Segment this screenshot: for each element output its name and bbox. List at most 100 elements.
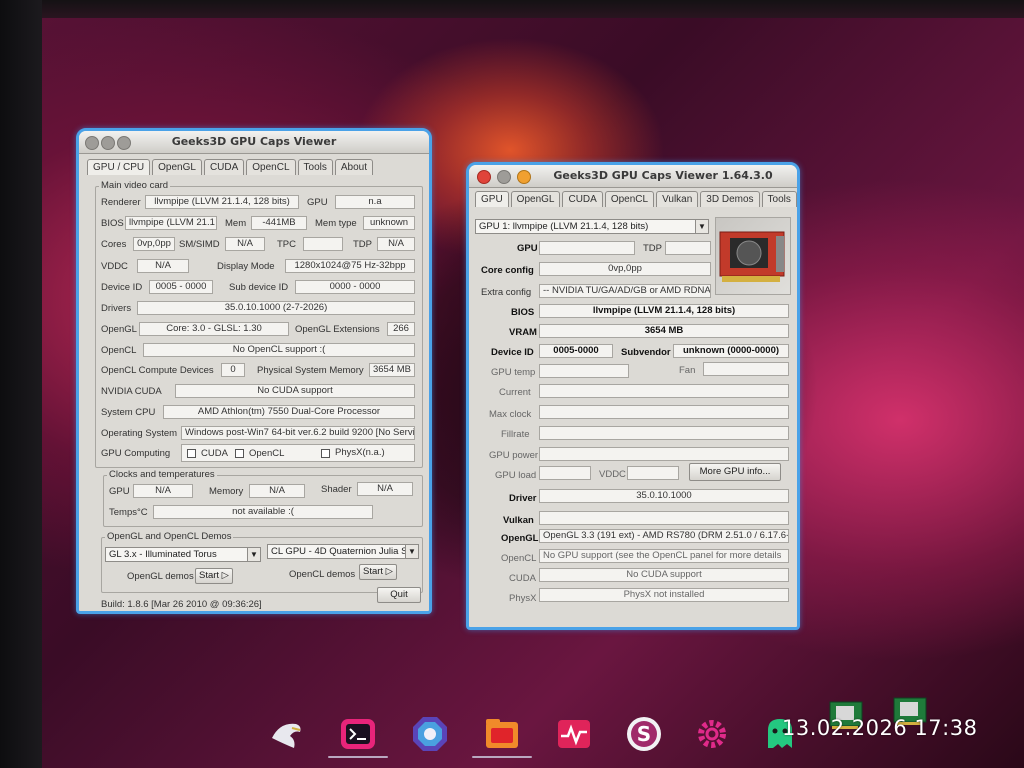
tab-opencl[interactable]: OpenCL [246, 159, 296, 175]
tab-opencl[interactable]: OpenCL [604, 191, 655, 207]
opencl-label: OpenCL [101, 345, 137, 356]
tab-cuda[interactable]: CUDA [203, 159, 245, 175]
renderer-value: llvmpipe (LLVM 21.1.4, 128 bits) [145, 195, 299, 209]
deviceid-label: Device ID [491, 347, 534, 358]
tdp-label: TDP [353, 239, 372, 250]
mem-value: -441MB [251, 216, 307, 230]
tdp-value: N/A [377, 237, 415, 251]
settings-gear-icon[interactable] [692, 714, 732, 754]
chevron-down-icon[interactable]: ▼ [405, 545, 418, 558]
tab-opengl[interactable]: OpenGL [510, 191, 561, 207]
window-title: Geeks3D GPU Caps Viewer 1.64.3.0 [553, 169, 773, 182]
vddc-label: VDDC [101, 261, 128, 272]
temps-value: not available :( [153, 505, 373, 519]
s-circle-icon[interactable]: S [624, 714, 664, 754]
clk-shader-label: Shader [321, 484, 352, 495]
openglext-value: 266 [387, 322, 415, 336]
screen-bezel-top [0, 0, 1024, 18]
window-titlebar[interactable]: Geeks3D GPU Caps Viewer [79, 131, 429, 154]
fillrate-label: Fillrate [501, 429, 530, 440]
nvcuda-value: No CUDA support [175, 384, 415, 398]
gpupower-value [539, 447, 789, 461]
tab-tools[interactable]: Tools [297, 159, 333, 175]
quit-button[interactable]: Quit [377, 587, 421, 603]
tab-cuda[interactable]: CUDA [562, 191, 603, 207]
opengl-label: OpenGL [501, 533, 539, 544]
physmem-label: Physical System Memory [257, 365, 364, 376]
clk-gpu-value: N/A [133, 484, 193, 498]
eagle-icon[interactable] [266, 714, 306, 754]
close-window-icon[interactable] [477, 170, 491, 184]
chevron-down-icon[interactable]: ▼ [695, 220, 708, 233]
cl-demo-select[interactable]: CL GPU - 4D Quaternion Julia Se ▼ [267, 544, 419, 559]
openclcompute-label: OpenCL Compute Devices [101, 365, 214, 376]
cl-demo-select-value: CL GPU - 4D Quaternion Julia Se [271, 546, 413, 557]
minimize-window-icon[interactable] [497, 170, 511, 184]
cuda-checkbox[interactable] [187, 449, 196, 458]
cores-value: 0vp,0pp [133, 237, 175, 251]
smsimd-value: N/A [225, 237, 265, 251]
tab-tools[interactable]: Tools [761, 191, 797, 207]
photo-timestamp: 13.02.2026 17:38 [782, 716, 978, 740]
tdp-value [665, 241, 711, 255]
subdeviceid-label: Sub device ID [229, 282, 289, 293]
gl-start-button[interactable]: Start ▷ [195, 568, 233, 584]
graphics-card-icon [719, 231, 785, 282]
tab-3d-demos[interactable]: 3D Demos [700, 191, 760, 207]
gpu-select[interactable]: GPU 1: llvmpipe (LLVM 21.1.4, 128 bits) … [475, 219, 709, 234]
vulkan-label: Vulkan [503, 515, 534, 526]
fillrate-value [539, 426, 789, 440]
physx-checkbox[interactable] [321, 449, 330, 458]
opencl-checkbox-label: OpenCL [249, 448, 285, 459]
clocks-group-title: Clocks and temperatures [107, 469, 217, 480]
tab-opengl[interactable]: OpenGL [152, 159, 202, 175]
clk-mem-value: N/A [249, 484, 305, 498]
gpu-label: GPU [517, 243, 538, 254]
nvcuda-label: NVIDIA CUDA [101, 386, 162, 397]
gpu-select-value: GPU 1: llvmpipe (LLVM 21.1.4, 128 bits) [479, 221, 649, 232]
cuda-label: CUDA [509, 573, 536, 584]
vddc-value: N/A [137, 259, 189, 273]
gputemp-value [539, 364, 629, 378]
cuda-checkbox-label: CUDA [201, 448, 228, 459]
deviceid-value: 0005 - 0000 [149, 280, 213, 294]
smsimd-label: SM/SIMD [179, 239, 220, 250]
opencl-checkbox[interactable] [235, 449, 244, 458]
tab-vulkan[interactable]: Vulkan [656, 191, 699, 207]
subvendor-value: unknown (0000-0000) [673, 344, 789, 358]
gl-demos-label: OpenGL demos [127, 571, 194, 582]
temps-label: Temps°C [109, 507, 148, 518]
chevron-down-icon[interactable]: ▼ [247, 548, 260, 561]
more-gpu-info-button[interactable]: More GPU info... [689, 463, 781, 481]
bios-value: llvmpipe (LLVM 21.1.4, 128 bits) [539, 304, 789, 318]
renderer-label: Renderer [101, 197, 141, 208]
tab-gpu[interactable]: GPU [475, 191, 509, 207]
gl-demo-select[interactable]: GL 3.x - Illuminated Torus ▼ [105, 547, 261, 562]
files-icon[interactable] [482, 714, 522, 754]
main-video-card-title: Main video card [99, 180, 171, 191]
activity-monitor-icon[interactable] [554, 714, 594, 754]
window-titlebar[interactable]: Geeks3D GPU Caps Viewer 1.64.3.0 [469, 165, 797, 188]
gpu-value [539, 241, 635, 255]
opencl-value: No OpenCL support :( [143, 343, 415, 357]
cl-start-button[interactable]: Start ▷ [359, 564, 397, 580]
memtype-label: Mem type [315, 218, 357, 229]
vram-label: VRAM [509, 327, 537, 338]
syscpu-label: System CPU [101, 407, 156, 418]
blue-octagon-icon[interactable] [410, 714, 450, 754]
cuda-value: No CUDA support [539, 568, 789, 582]
tab-about[interactable]: About [334, 159, 374, 175]
drivers-label: Drivers [101, 303, 132, 314]
displaymode-label: Display Mode [217, 261, 275, 272]
clk-shader-value: N/A [357, 482, 413, 496]
fan-label: Fan [679, 365, 696, 376]
bios-label: BIOS [101, 218, 124, 229]
tab-gpu-cpu[interactable]: GPU / CPU [87, 159, 151, 175]
terminal-running-indicator [328, 756, 388, 758]
gpu-value: n.a [335, 195, 415, 209]
terminal-icon[interactable] [338, 714, 378, 754]
gpu-label: GPU [307, 197, 328, 208]
physx-value: PhysX not installed [539, 588, 789, 602]
cl-demos-label: OpenCL demos [289, 569, 356, 580]
os-label: Operating System [101, 428, 178, 439]
